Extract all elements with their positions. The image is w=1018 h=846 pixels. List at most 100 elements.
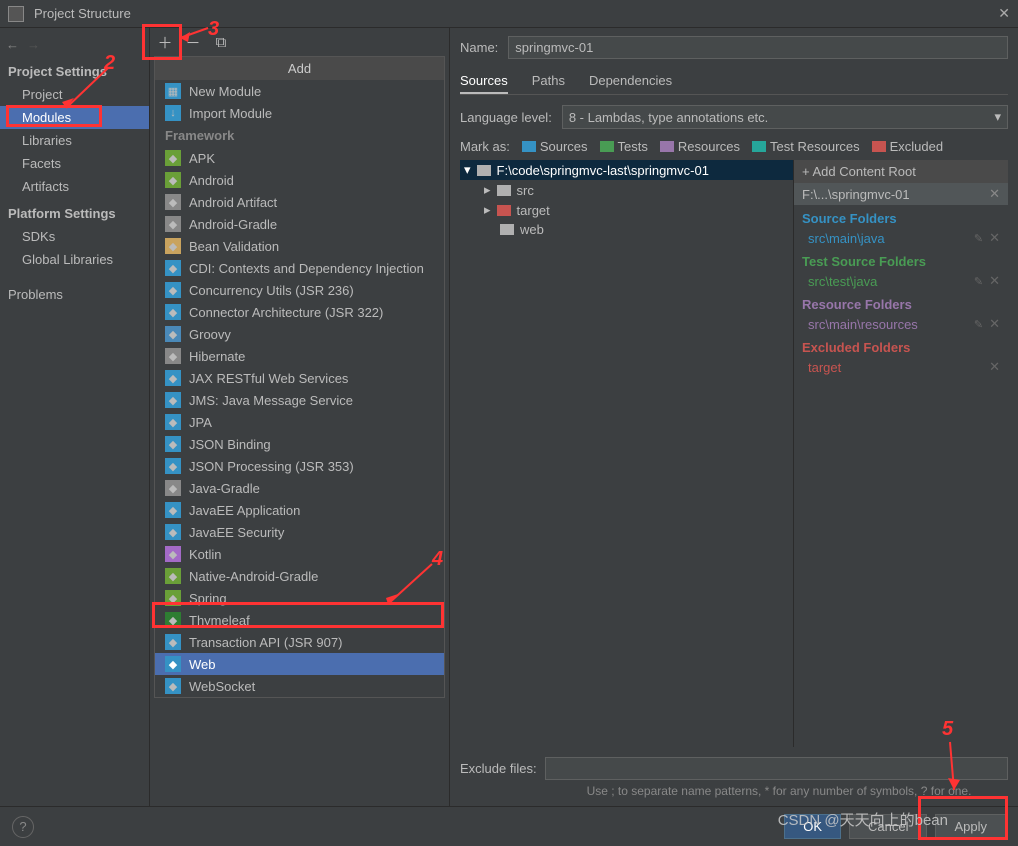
- popup-item-websocket[interactable]: ◆WebSocket: [155, 675, 444, 697]
- popup-item-concurrency-utils-jsr-236-[interactable]: ◆Concurrency Utils (JSR 236): [155, 279, 444, 301]
- content-root-path[interactable]: F:\...\springmvc-01✕: [794, 183, 1008, 205]
- test-folder-item[interactable]: src\test\java✎✕: [794, 271, 1008, 291]
- popup-item-groovy[interactable]: ◆Groovy: [155, 323, 444, 345]
- mark-sources[interactable]: Sources: [522, 139, 588, 154]
- tree-item-web[interactable]: web: [460, 220, 793, 239]
- language-level-select[interactable]: 8 - Lambdas, type annotations etc. ▾: [562, 105, 1008, 129]
- sidebar-item-problems[interactable]: Problems: [0, 283, 149, 306]
- edit-icon[interactable]: ✎: [974, 318, 983, 331]
- popup-item-java-gradle[interactable]: ◆Java-Gradle: [155, 477, 444, 499]
- popup-item-json-processing-jsr-353-[interactable]: ◆JSON Processing (JSR 353): [155, 455, 444, 477]
- popup-item-jpa[interactable]: ◆JPA: [155, 411, 444, 433]
- annotation-arrow-3: [174, 24, 214, 44]
- sidebar-item-facets[interactable]: Facets: [0, 152, 149, 175]
- popup-item-javaee-security[interactable]: ◆JavaEE Security: [155, 521, 444, 543]
- popup-item-android-artifact[interactable]: ◆Android Artifact: [155, 191, 444, 213]
- tab-paths[interactable]: Paths: [532, 69, 565, 94]
- popup-item-hibernate[interactable]: ◆Hibernate: [155, 345, 444, 367]
- module-icon: ▦: [165, 83, 181, 99]
- popup-title: Add: [155, 57, 444, 80]
- popup-item-android-gradle[interactable]: ◆Android-Gradle: [155, 213, 444, 235]
- framework-icon: ◆: [165, 216, 181, 232]
- popup-item-new-module[interactable]: ▦New Module: [155, 80, 444, 102]
- back-icon[interactable]: ←: [6, 37, 19, 52]
- tree-root[interactable]: ▾F:\code\springmvc-last\springmvc-01: [460, 160, 793, 180]
- popup-item-bean-validation[interactable]: ◆Bean Validation: [155, 235, 444, 257]
- main: ← → Project Settings Project Modules Lib…: [0, 28, 1018, 806]
- tree-item-src[interactable]: ▸src: [460, 180, 793, 200]
- popup-item-connector-architecture-jsr-322-[interactable]: ◆Connector Architecture (JSR 322): [155, 301, 444, 323]
- popup-item-javaee-application[interactable]: ◆JavaEE Application: [155, 499, 444, 521]
- annotation-arrow-4: [380, 560, 440, 610]
- source-folder-item[interactable]: src\main\java✎✕: [794, 228, 1008, 248]
- framework-icon: ◆: [165, 634, 181, 650]
- popup-item-import-module[interactable]: ↓Import Module: [155, 102, 444, 124]
- forward-icon[interactable]: →: [27, 37, 40, 52]
- edit-icon[interactable]: ✎: [974, 232, 983, 245]
- sidebar-item-libraries[interactable]: Libraries: [0, 129, 149, 152]
- source-folders-header: Source Folders: [794, 205, 1008, 228]
- module-name-input[interactable]: [508, 36, 1008, 59]
- right-panel: Name: Sources Paths Dependencies Languag…: [450, 28, 1018, 806]
- framework-icon: ◆: [165, 502, 181, 518]
- mark-excluded[interactable]: Excluded: [872, 139, 943, 154]
- close-icon[interactable]: ✕: [989, 359, 1000, 375]
- add-icon[interactable]: ＋: [156, 32, 174, 53]
- framework-icon: ◆: [165, 194, 181, 210]
- titlebar: Project Structure ✕: [0, 0, 1018, 28]
- popup-item-apk[interactable]: ◆APK: [155, 147, 444, 169]
- edit-icon[interactable]: ✎: [974, 275, 983, 288]
- resource-folders-header: Resource Folders: [794, 291, 1008, 314]
- exclude-files-label: Exclude files:: [460, 761, 537, 776]
- excluded-folder-item[interactable]: target✕: [794, 357, 1008, 377]
- popup-item-json-binding[interactable]: ◆JSON Binding: [155, 433, 444, 455]
- watermark: CSDN @天天向上的bean: [778, 809, 948, 830]
- popup-item-jax-restful-web-services[interactable]: ◆JAX RESTful Web Services: [155, 367, 444, 389]
- excluded-folders-header: Excluded Folders: [794, 334, 1008, 357]
- popup-item-thymeleaf[interactable]: ◆Thymeleaf: [155, 609, 444, 631]
- module-tabs: Sources Paths Dependencies: [460, 69, 1008, 95]
- framework-icon: ◆: [165, 150, 181, 166]
- framework-icon: ◆: [165, 568, 181, 584]
- close-icon[interactable]: ✕: [989, 186, 1000, 202]
- popup-item-web[interactable]: ◆Web: [155, 653, 444, 675]
- folder-icon: [752, 141, 766, 152]
- tab-dependencies[interactable]: Dependencies: [589, 69, 672, 94]
- framework-icon: ◆: [165, 414, 181, 430]
- folder-icon: [497, 185, 511, 196]
- middle-column: ＋ － ⧉ Add ▦New Module ↓Import Module Fra…: [150, 28, 450, 806]
- framework-icon: ◆: [165, 370, 181, 386]
- mark-test-resources[interactable]: Test Resources: [752, 139, 860, 154]
- mark-tests[interactable]: Tests: [600, 139, 648, 154]
- framework-icon: ◆: [165, 392, 181, 408]
- popup-item-jms-java-message-service[interactable]: ◆JMS: Java Message Service: [155, 389, 444, 411]
- close-icon[interactable]: ✕: [998, 5, 1010, 22]
- content-tree[interactable]: ▾F:\code\springmvc-last\springmvc-01 ▸sr…: [460, 160, 793, 747]
- framework-icon: ◆: [165, 656, 181, 672]
- annotation-arrow-2: [60, 66, 120, 116]
- tree-item-target[interactable]: ▸target: [460, 200, 793, 220]
- popup-item-transaction-api-jsr-907-[interactable]: ◆Transaction API (JSR 907): [155, 631, 444, 653]
- tab-sources[interactable]: Sources: [460, 69, 508, 94]
- folder-icon: [872, 141, 886, 152]
- framework-icon: ◆: [165, 260, 181, 276]
- mark-resources[interactable]: Resources: [660, 139, 740, 154]
- add-content-root[interactable]: + Add Content Root: [794, 160, 1008, 183]
- popup-item-cdi-contexts-and-dependency-injection[interactable]: ◆CDI: Contexts and Dependency Injection: [155, 257, 444, 279]
- framework-icon: ◆: [165, 304, 181, 320]
- resource-folder-item[interactable]: src\main\resources✎✕: [794, 314, 1008, 334]
- close-icon[interactable]: ✕: [989, 230, 1000, 246]
- close-icon[interactable]: ✕: [989, 273, 1000, 289]
- sidebar-item-global-libraries[interactable]: Global Libraries: [0, 248, 149, 271]
- mark-as-row: Mark as: Sources Tests Resources Test Re…: [460, 139, 1008, 154]
- framework-icon: ◆: [165, 282, 181, 298]
- popup-item-android[interactable]: ◆Android: [155, 169, 444, 191]
- content-roots: + Add Content Root F:\...\springmvc-01✕ …: [793, 160, 1008, 747]
- sidebar-item-artifacts[interactable]: Artifacts: [0, 175, 149, 198]
- import-icon: ↓: [165, 105, 181, 121]
- exclude-hint: Use ; to separate name patterns, * for a…: [460, 780, 1008, 798]
- help-icon[interactable]: ?: [12, 816, 34, 838]
- sidebar-item-sdks[interactable]: SDKs: [0, 225, 149, 248]
- framework-icon: ◆: [165, 590, 181, 606]
- close-icon[interactable]: ✕: [989, 316, 1000, 332]
